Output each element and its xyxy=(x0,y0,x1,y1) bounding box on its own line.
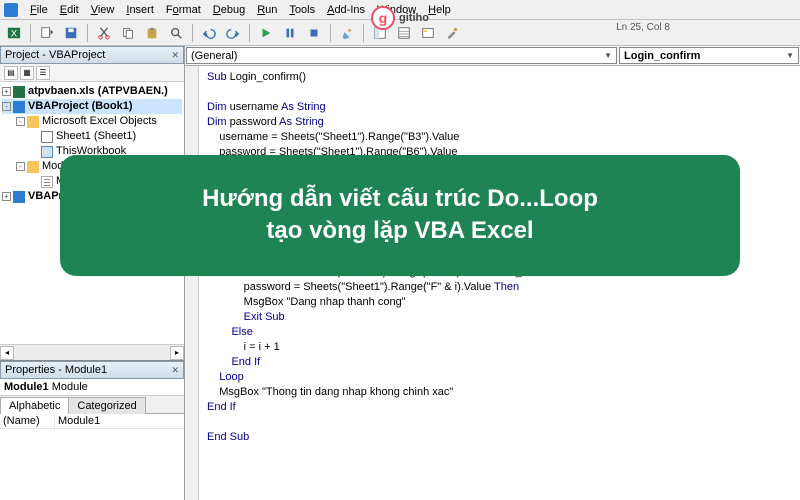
tree-label: Sheet1 (Sheet1) xyxy=(56,129,136,144)
properties-object[interactable]: Module1 Module xyxy=(0,379,184,396)
tree-toggle-icon[interactable]: + xyxy=(2,192,11,201)
properties-panel-title-text: Properties - Module1 xyxy=(5,364,107,376)
app-icon xyxy=(4,3,18,17)
menu-view[interactable]: View xyxy=(85,2,121,18)
tree-label: VBAProject (Book1) xyxy=(28,99,133,114)
code-gutter xyxy=(185,66,199,500)
redo-icon[interactable] xyxy=(223,23,243,43)
view-code-icon[interactable]: ▤ xyxy=(4,66,18,80)
gitiho-logo: g gitiho xyxy=(371,6,429,30)
chevron-down-icon: ▼ xyxy=(786,51,794,60)
property-row[interactable]: (Name)Module1 xyxy=(0,414,184,429)
excel-icon xyxy=(13,86,25,98)
wb-icon xyxy=(41,146,53,158)
tree-item[interactable]: - VBAProject (Book1) xyxy=(2,99,182,114)
object-combo[interactable]: (General) ▼ xyxy=(186,47,617,64)
undo-icon[interactable] xyxy=(199,23,219,43)
run-icon[interactable] xyxy=(256,23,276,43)
tree-item[interactable]: - Microsoft Excel Objects xyxy=(2,114,182,129)
overlay-line2: tạo vòng lặp VBA Excel xyxy=(84,215,716,247)
cut-icon[interactable] xyxy=(94,23,114,43)
vba-icon xyxy=(13,101,25,113)
view-object-icon[interactable]: ▦ xyxy=(20,66,34,80)
mod-icon xyxy=(41,176,53,188)
svg-text:X: X xyxy=(11,28,18,39)
title-overlay: Hướng dẫn viết cấu trúc Do...Loop tạo vò… xyxy=(60,155,740,276)
find-icon[interactable] xyxy=(166,23,186,43)
menu-debug[interactable]: Debug xyxy=(207,2,251,18)
logo-text: gitiho xyxy=(399,12,429,24)
properties-panel: Properties - Module1 ✕ Module1 Module Al… xyxy=(0,360,184,500)
procedure-combo[interactable]: Login_confirm ▼ xyxy=(619,47,799,64)
logo-icon: g xyxy=(371,6,395,30)
insert-dropdown-icon[interactable] xyxy=(37,23,57,43)
tree-h-scroll[interactable]: ◂ ▸ xyxy=(0,344,184,360)
close-icon[interactable]: ✕ xyxy=(171,365,179,376)
fold-icon xyxy=(27,116,39,128)
cursor-position: Ln 25, Col 8 xyxy=(616,22,670,33)
sheet-icon xyxy=(41,131,53,143)
overlay-line1: Hướng dẫn viết cấu trúc Do...Loop xyxy=(84,183,716,215)
scroll-left-icon[interactable]: ◂ xyxy=(0,346,14,360)
tab-categorized[interactable]: Categorized xyxy=(68,397,145,414)
scroll-right-icon[interactable]: ▸ xyxy=(170,346,184,360)
tree-label: Microsoft Excel Objects xyxy=(42,114,157,129)
menu-format[interactable]: Format xyxy=(160,2,207,18)
code-header: (General) ▼ Login_confirm ▼ xyxy=(185,46,800,66)
code-editor[interactable]: Sub Login_confirm() Dim username As Stri… xyxy=(199,66,800,500)
paste-icon[interactable] xyxy=(142,23,162,43)
fold-icon xyxy=(27,161,39,173)
properties-tabs: Alphabetic Categorized xyxy=(0,396,184,414)
copy-icon[interactable] xyxy=(118,23,138,43)
tree-toggle-icon[interactable]: - xyxy=(2,102,11,111)
tree-toggle-icon[interactable]: - xyxy=(16,162,25,171)
project-panel-title: Project - VBAProject ✕ xyxy=(0,46,184,64)
menu-insert[interactable]: Insert xyxy=(120,2,160,18)
reset-icon[interactable] xyxy=(304,23,324,43)
project-panel-title-text: Project - VBAProject xyxy=(5,49,105,61)
tree-item[interactable]: Sheet1 (Sheet1) xyxy=(2,129,182,144)
design-mode-icon[interactable] xyxy=(337,23,357,43)
menu-edit[interactable]: Edit xyxy=(54,2,85,18)
tree-toggle-icon[interactable]: - xyxy=(16,117,25,126)
project-panel-toolbar: ▤ ▦ ☰ xyxy=(0,64,184,82)
properties-grid[interactable]: (Name)Module1 xyxy=(0,414,184,500)
menu-run[interactable]: Run xyxy=(251,2,283,18)
tree-item[interactable]: + atpvbaen.xls (ATPVBAEN.) xyxy=(2,84,182,99)
menu-tools[interactable]: Tools xyxy=(283,2,321,18)
tab-alphabetic[interactable]: Alphabetic xyxy=(0,397,69,414)
tree-toggle-icon[interactable]: + xyxy=(2,87,11,96)
properties-panel-title: Properties - Module1 ✕ xyxy=(0,361,184,379)
tree-label: atpvbaen.xls (ATPVBAEN.) xyxy=(28,84,168,99)
close-icon[interactable]: ✕ xyxy=(171,50,179,61)
save-icon[interactable] xyxy=(61,23,81,43)
toolbox-icon[interactable] xyxy=(442,23,462,43)
toggle-folders-icon[interactable]: ☰ xyxy=(36,66,50,80)
menu-add-ins[interactable]: Add-Ins xyxy=(321,2,371,18)
menu-file[interactable]: File xyxy=(24,2,54,18)
chevron-down-icon: ▼ xyxy=(604,51,612,60)
break-icon[interactable] xyxy=(280,23,300,43)
vba-icon xyxy=(13,191,25,203)
view-excel-icon[interactable]: X xyxy=(4,23,24,43)
